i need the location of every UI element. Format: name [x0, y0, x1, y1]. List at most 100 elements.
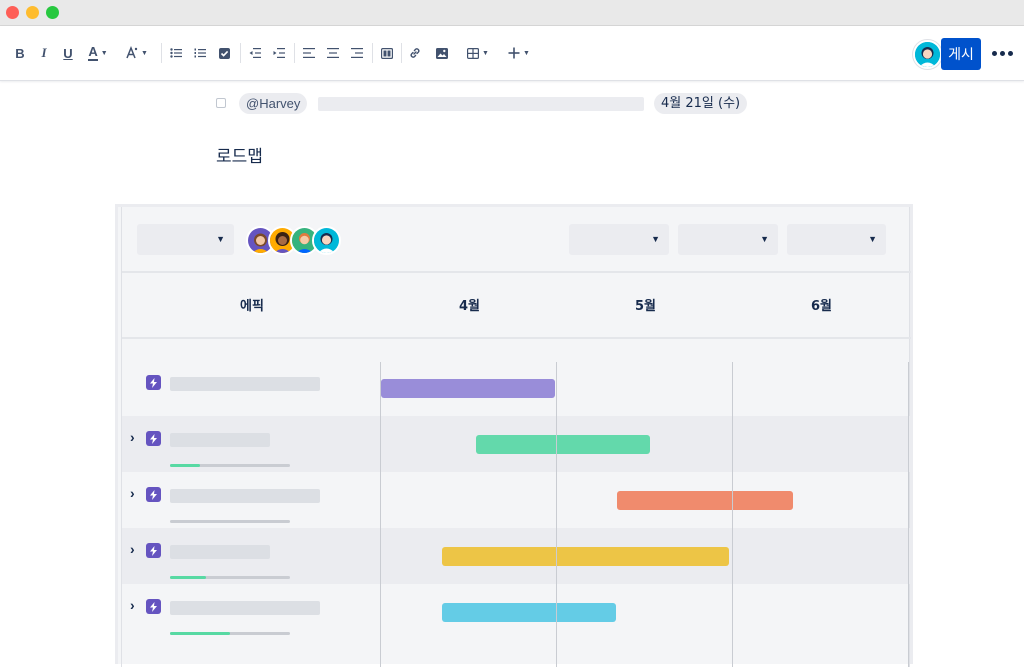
align-left-icon [303, 48, 315, 58]
epic-row[interactable]: › [122, 416, 911, 472]
text-color-button[interactable]: A ▼ [84, 42, 112, 64]
month-gridline [908, 362, 909, 667]
task-item: @Harvey 4월 21일 (수) [0, 93, 1024, 115]
expand-chevron-icon[interactable]: › [130, 597, 135, 613]
epic-progress-fill [170, 632, 230, 635]
chevron-down-icon: ▼ [482, 49, 489, 57]
epic-progress-bar [170, 464, 290, 467]
epic-progress-fill [170, 576, 206, 579]
epic-timeline-bar[interactable] [442, 547, 729, 566]
epic-progress-fill [170, 464, 200, 467]
align-center-button[interactable] [326, 42, 340, 64]
expand-chevron-icon[interactable]: › [130, 429, 135, 445]
indent-icon [273, 48, 285, 58]
roadmap-range-dropdown[interactable]: ▼ [678, 224, 778, 255]
epic-column-header: 에픽 [240, 299, 264, 314]
chevron-down-icon: ▼ [216, 234, 225, 244]
task-checkbox[interactable] [216, 98, 226, 108]
text-color-icon: A [88, 44, 98, 61]
month-gridline [556, 362, 557, 667]
layouts-icon [381, 47, 393, 59]
epic-lightning-icon [146, 599, 161, 614]
epic-row[interactable]: › [122, 584, 911, 640]
chevron-down-icon: ▼ [760, 234, 769, 244]
task-list-button[interactable] [217, 42, 231, 64]
align-right-button[interactable] [350, 42, 364, 64]
insert-button[interactable]: ▼ [506, 42, 532, 64]
table-icon [467, 47, 480, 59]
bullet-list-button[interactable] [169, 42, 183, 64]
epic-title-placeholder[interactable] [170, 601, 320, 615]
epic-lightning-icon [146, 375, 161, 390]
underline-button[interactable]: U [61, 42, 75, 64]
epic-title-placeholder[interactable] [170, 433, 270, 447]
editor-toolbar: B I U A ▼ ▼ ▼ ▼ [0, 26, 1024, 81]
close-window-button[interactable] [6, 6, 19, 19]
epic-title-placeholder[interactable] [170, 489, 320, 503]
bullet-list-icon [170, 48, 182, 58]
expand-chevron-icon[interactable]: › [130, 485, 135, 501]
epic-title-placeholder[interactable] [170, 377, 320, 391]
insert-plus-icon [508, 47, 520, 59]
layouts-button[interactable] [380, 42, 394, 64]
month-header-may: 5월 [635, 299, 657, 314]
indent-button[interactable] [272, 42, 286, 64]
epic-row[interactable] [122, 360, 911, 416]
task-text-placeholder [318, 97, 644, 111]
bold-button[interactable]: B [13, 42, 27, 64]
underline-icon: U [63, 45, 73, 61]
numbered-list-icon [194, 48, 206, 58]
minimize-window-button[interactable] [26, 6, 39, 19]
roadmap-divider [122, 337, 911, 339]
publish-button[interactable]: 게시 [941, 38, 981, 70]
roadmap-options-dropdown[interactable]: ▼ [787, 224, 886, 255]
assignee-avatar[interactable] [312, 226, 341, 255]
numbered-list-button[interactable] [193, 42, 207, 64]
text-style-icon [126, 46, 138, 59]
zoom-window-button[interactable] [46, 6, 59, 19]
person-avatar-icon [314, 228, 339, 253]
align-center-icon [327, 48, 339, 58]
outdent-button[interactable] [248, 42, 262, 64]
image-button[interactable] [435, 42, 449, 64]
table-button[interactable]: ▼ [466, 42, 490, 64]
collaborator-avatar[interactable] [913, 40, 942, 69]
epic-timeline-bar[interactable] [617, 491, 793, 510]
epic-timeline-bar[interactable] [381, 379, 555, 398]
align-right-icon [351, 48, 363, 58]
month-gridline [732, 362, 733, 667]
window-titlebar [0, 0, 1024, 26]
text-style-button[interactable]: ▼ [121, 42, 151, 64]
chevron-down-icon: ▼ [100, 49, 108, 57]
italic-button[interactable]: I [37, 42, 51, 64]
roadmap-frame: ▼ ▼ ▼ ▼ 에픽 4월 5월 6월 › › › › [121, 207, 911, 667]
chevron-down-icon: ▼ [523, 49, 530, 57]
roadmap-view-dropdown[interactable]: ▼ [569, 224, 669, 255]
toolbar-divider [161, 43, 162, 63]
toolbar-divider [294, 43, 295, 63]
italic-icon: I [41, 45, 47, 60]
roadmap-filter-dropdown[interactable]: ▼ [137, 224, 234, 255]
toolbar-divider [372, 43, 373, 63]
mention-chip[interactable]: @Harvey [239, 93, 308, 114]
due-date-chip[interactable]: 4월 21일 (수) [654, 93, 748, 114]
expand-chevron-icon[interactable]: › [130, 541, 135, 557]
month-header-june: 6월 [811, 299, 833, 314]
epic-title-placeholder[interactable] [170, 545, 270, 559]
chevron-down-icon: ▼ [868, 234, 877, 244]
roadmap-divider [122, 271, 911, 273]
epic-progress-bar [170, 520, 290, 523]
epic-progress-bar [170, 576, 290, 579]
toolbar-divider [240, 43, 241, 63]
epic-row[interactable]: › [122, 528, 911, 584]
more-options-button[interactable] [992, 51, 1014, 57]
chevron-down-icon: ▼ [651, 234, 660, 244]
bold-icon: B [15, 45, 25, 61]
epic-row[interactable]: › [122, 472, 911, 528]
align-left-button[interactable] [302, 42, 316, 64]
link-button[interactable] [408, 42, 422, 64]
epic-timeline-bar[interactable] [476, 435, 650, 454]
roadmap-embed: ▼ ▼ ▼ ▼ 에픽 4월 5월 6월 › › › › [115, 204, 913, 667]
task-list-icon [218, 47, 230, 59]
epic-timeline-bar[interactable] [442, 603, 616, 622]
